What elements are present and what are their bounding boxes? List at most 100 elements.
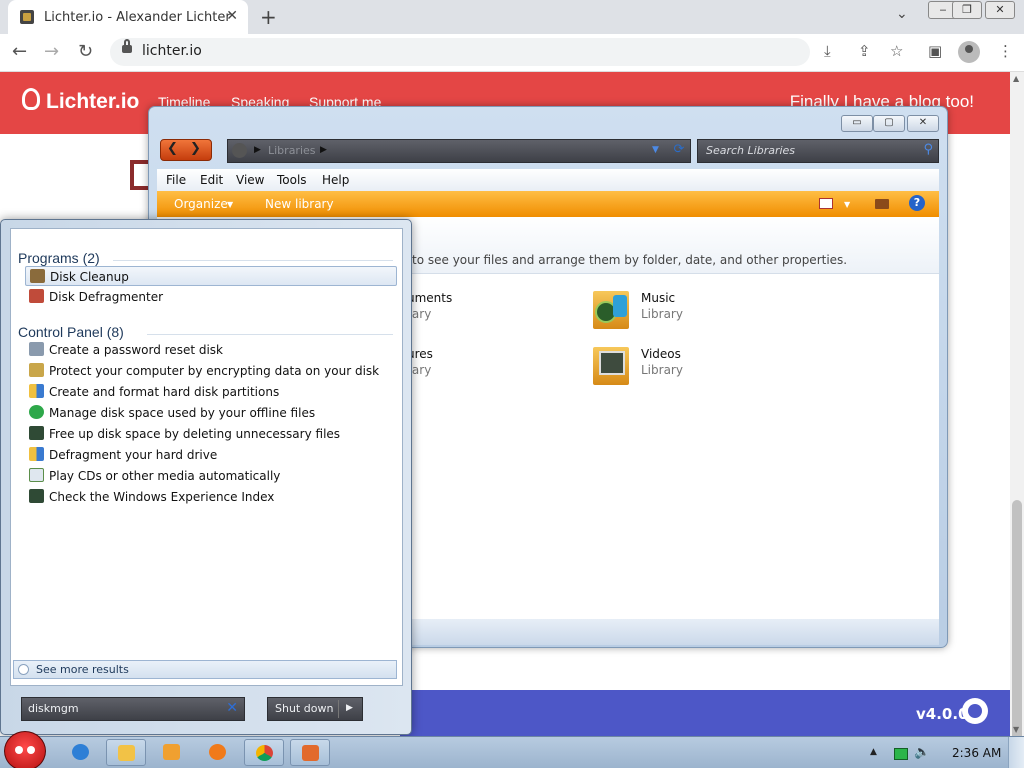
explorer-minimize-button[interactable]: ▭ — [841, 115, 873, 132]
preview-pane-icon[interactable] — [875, 199, 889, 209]
explorer-back-forward[interactable]: ❮ ❯ — [160, 139, 212, 161]
page-decoration — [130, 160, 148, 190]
share-icon[interactable]: ⇪ — [858, 42, 871, 60]
new-tab-button[interactable]: + — [260, 5, 277, 29]
result-label: Check the Windows Experience Index — [49, 490, 275, 504]
library-videos-name[interactable]: Videos — [641, 347, 681, 361]
start-menu-results: Programs (2) Disk Cleanup Disk Defragmen… — [10, 228, 403, 686]
divider — [113, 260, 393, 261]
music-note-icon — [613, 295, 627, 317]
explorer-search-box[interactable]: Search Libraries ⚲ — [697, 139, 939, 163]
paint-icon[interactable] — [290, 739, 330, 766]
back-arrow-icon[interactable]: ❮ — [167, 141, 178, 156]
lock-icon[interactable] — [122, 39, 132, 53]
see-more-results[interactable]: See more results — [13, 660, 397, 679]
side-panel-icon[interactable]: ▣ — [928, 42, 942, 60]
close-window-button[interactable]: ✕ — [985, 1, 1015, 19]
back-icon[interactable]: ← — [12, 41, 27, 62]
music-library-icon[interactable] — [593, 283, 633, 329]
windows-explorer-icon[interactable] — [106, 739, 146, 766]
breadcrumb-arrow-icon[interactable]: ▶ — [320, 145, 327, 155]
menu-file[interactable]: File — [166, 173, 186, 187]
menu-kebab-icon[interactable]: ⋮ — [998, 42, 1013, 60]
result-autoplay[interactable]: Play CDs or other media automatically — [25, 466, 397, 486]
start-menu: Programs (2) Disk Cleanup Disk Defragmen… — [0, 219, 412, 735]
library-music-name[interactable]: Music — [641, 291, 675, 305]
explorer-maximize-button[interactable]: ▢ — [873, 115, 905, 132]
explorer-menu-bar: File Edit View Tools Help — [157, 169, 939, 191]
profile-avatar[interactable] — [958, 41, 980, 63]
result-password-reset-disk[interactable]: Create a password reset disk — [25, 340, 397, 360]
firefox-icon[interactable] — [198, 739, 238, 766]
site-logo[interactable]: Lichter.io — [46, 90, 139, 114]
tab-search-icon[interactable]: ⌄ — [896, 6, 908, 22]
result-disk-defragmenter[interactable]: Disk Defragmenter — [25, 287, 397, 307]
explorer-close-button[interactable]: ✕ — [907, 115, 939, 132]
explorer-address-bar[interactable]: ▶ Libraries ▶ ▼ — [227, 139, 691, 163]
new-library-button[interactable]: New library — [265, 197, 334, 211]
search-placeholder: Search Libraries — [706, 144, 796, 157]
shutdown-label[interactable]: Shut down — [275, 702, 333, 715]
clear-search-icon[interactable]: ✕ — [226, 700, 238, 716]
organize-button[interactable]: Organize — [174, 197, 228, 211]
search-icon[interactable]: ⚲ — [923, 142, 933, 157]
breadcrumb-arrow-icon[interactable]: ▶ — [254, 145, 261, 155]
help-icon[interactable]: ? — [909, 195, 925, 211]
result-label: Disk Defragmenter — [49, 290, 164, 304]
bookmark-star-icon[interactable]: ☆ — [890, 42, 903, 60]
result-defragment-drive[interactable]: Defragment your hard drive — [25, 445, 397, 465]
scroll-up-icon[interactable]: ▲ — [1013, 74, 1019, 83]
control-panel-heading[interactable]: Control Panel (8) — [18, 324, 124, 340]
library-documents-name[interactable]: uments — [407, 291, 452, 305]
view-dropdown-icon[interactable]: ▼ — [844, 200, 850, 209]
internet-explorer-icon[interactable] — [61, 739, 101, 766]
address-bar[interactable]: lichter.io — [110, 38, 810, 66]
url-text[interactable]: lichter.io — [142, 43, 202, 59]
result-disk-partitions[interactable]: Create and format hard disk partitions — [25, 382, 397, 402]
restore-window-button[interactable]: ❐ — [952, 1, 982, 19]
install-icon[interactable]: ⤓ — [824, 42, 831, 60]
breadcrumb-libraries[interactable]: Libraries — [268, 144, 316, 157]
menu-help[interactable]: Help — [322, 173, 349, 187]
github-icon[interactable] — [962, 698, 988, 724]
result-encrypt-disk[interactable]: Protect your computer by encrypting data… — [25, 361, 397, 381]
organize-dropdown-icon[interactable]: ▼ — [227, 200, 233, 209]
start-button-icon[interactable] — [4, 731, 46, 768]
volume-icon[interactable]: 🔈 — [914, 745, 930, 760]
refresh-icon[interactable]: ⟳ — [669, 139, 689, 161]
result-experience-index[interactable]: Check the Windows Experience Index — [25, 487, 397, 507]
forward-icon[interactable]: → — [44, 41, 59, 62]
shutdown-options-icon[interactable]: ▶ — [346, 703, 353, 713]
result-disk-cleanup[interactable]: Disk Cleanup — [25, 266, 397, 286]
sync-center-icon — [29, 405, 44, 419]
result-label: Manage disk space used by your offline f… — [49, 406, 316, 420]
shutdown-button[interactable]: Shut down ▶ — [267, 697, 363, 721]
videos-library-icon[interactable] — [593, 339, 633, 385]
disk-cleanup-icon — [30, 269, 45, 283]
menu-edit[interactable]: Edit — [200, 173, 223, 187]
tab-strip: Lichter.io - Alexander Lichter ✕ + ⌄ ‒ ❐… — [0, 0, 1024, 34]
result-label: Disk Cleanup — [50, 270, 129, 284]
close-tab-icon[interactable]: ✕ — [226, 8, 238, 24]
scroll-down-icon[interactable]: ▼ — [1013, 725, 1019, 734]
menu-view[interactable]: View — [236, 173, 264, 187]
search-value[interactable]: diskmgm — [28, 702, 79, 715]
taskbar-clock[interactable]: 2:36 AM — [952, 746, 1001, 760]
browser-tab[interactable]: Lichter.io - Alexander Lichter ✕ — [8, 0, 248, 34]
show-hidden-icons[interactable]: ▲ — [870, 747, 877, 757]
start-search-input[interactable]: diskmgm ✕ — [21, 697, 245, 721]
result-offline-files[interactable]: Manage disk space used by your offline f… — [25, 403, 397, 423]
address-dropdown-icon[interactable]: ▼ — [652, 145, 659, 155]
network-icon[interactable] — [894, 748, 908, 760]
menu-tools[interactable]: Tools — [277, 173, 307, 187]
result-free-disk-space[interactable]: Free up disk space by deleting unnecessa… — [25, 424, 397, 444]
lightbulb-icon — [22, 88, 40, 110]
show-desktop-button[interactable] — [1008, 737, 1024, 768]
reload-icon[interactable]: ↻ — [78, 41, 93, 62]
chrome-icon[interactable] — [244, 739, 284, 766]
programs-heading[interactable]: Programs (2) — [18, 250, 100, 266]
change-view-icon[interactable] — [819, 198, 833, 209]
forward-arrow-icon[interactable]: ❯ — [190, 141, 201, 156]
page-scrollbar[interactable]: ▲ ▼ — [1010, 72, 1024, 768]
media-player-icon[interactable] — [152, 739, 192, 766]
